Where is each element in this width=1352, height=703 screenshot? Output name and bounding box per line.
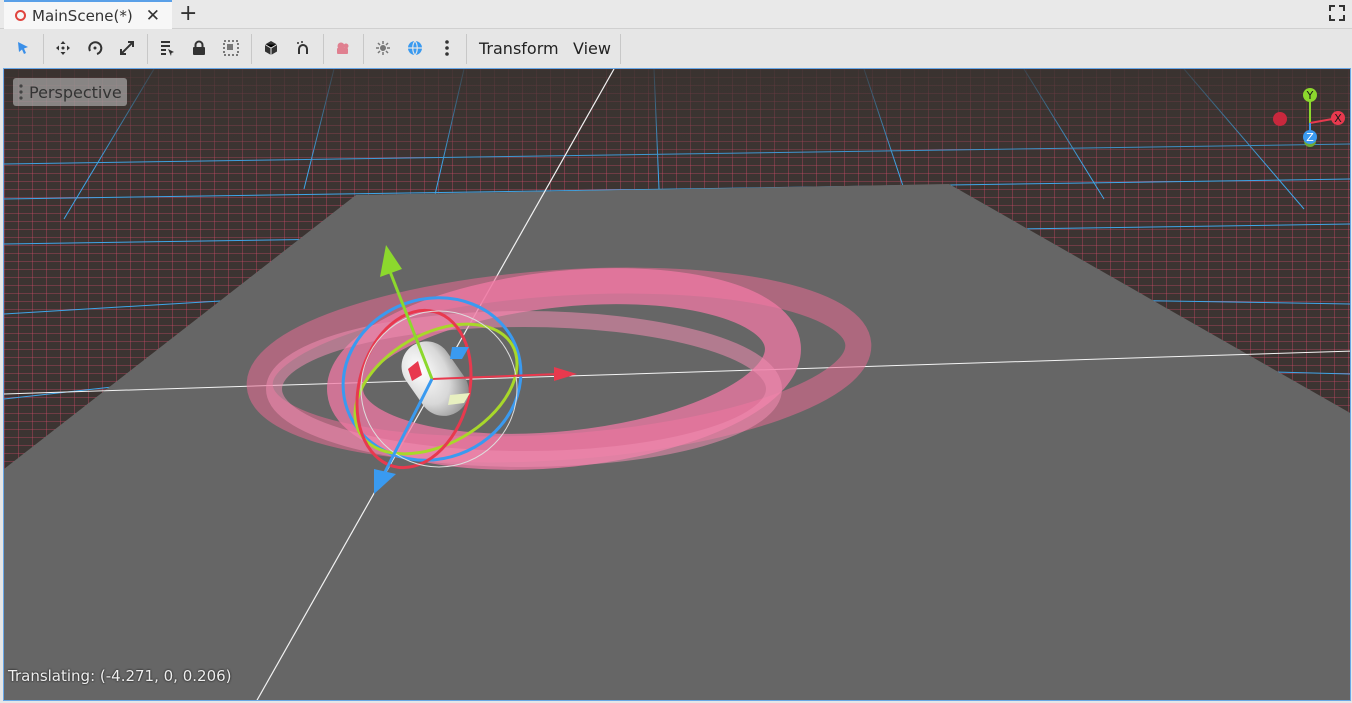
- select-icon[interactable]: [13, 38, 33, 58]
- perspective-menu-button[interactable]: Perspective: [13, 78, 127, 106]
- viewport-toolbar: Transform View: [0, 30, 1352, 68]
- more-icon[interactable]: [437, 38, 457, 58]
- gizmo-x-label: X: [1334, 112, 1342, 125]
- more-icon: [19, 84, 23, 100]
- maximize-icon[interactable]: [1329, 5, 1345, 21]
- gizmo-y-label: Y: [1306, 89, 1314, 102]
- scene-root-icon: [15, 10, 26, 21]
- scene-render[interactable]: [4, 69, 1351, 701]
- transform-status-text: Translating: (-4.271, 0, 0.206): [8, 667, 232, 685]
- lock-icon[interactable]: [189, 38, 209, 58]
- move-icon[interactable]: [53, 38, 73, 58]
- view-menu[interactable]: View: [573, 39, 611, 58]
- plus-icon[interactable]: +: [179, 1, 197, 26]
- sun-icon[interactable]: [373, 38, 393, 58]
- local-space-icon[interactable]: [261, 38, 281, 58]
- tab-title: MainScene(*): [32, 6, 133, 25]
- orientation-gizmo[interactable]: Y X Z: [1260, 83, 1350, 153]
- list-select-icon[interactable]: [157, 38, 177, 58]
- perspective-label: Perspective: [29, 82, 122, 102]
- transform-menu[interactable]: Transform: [479, 39, 559, 58]
- snap-icon[interactable]: [293, 38, 313, 58]
- 3d-viewport[interactable]: Perspective Y X Z Translating: (-4.271, …: [3, 68, 1351, 701]
- scene-tab-bar: MainScene(*) ✕ +: [0, 0, 1352, 29]
- camera-icon[interactable]: [333, 38, 353, 58]
- environment-icon[interactable]: [405, 38, 425, 58]
- tab-main-scene[interactable]: MainScene(*) ✕: [4, 0, 172, 29]
- gizmo-z-label: Z: [1306, 131, 1314, 144]
- scale-icon[interactable]: [117, 38, 137, 58]
- rotate-icon[interactable]: [85, 38, 105, 58]
- close-icon[interactable]: ✕: [146, 6, 160, 26]
- group-icon[interactable]: [221, 38, 241, 58]
